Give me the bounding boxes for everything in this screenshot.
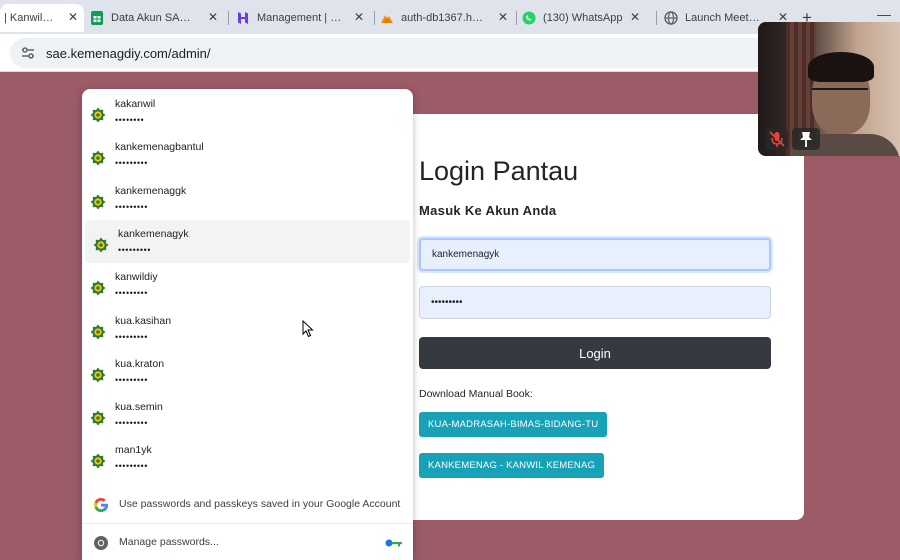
google-icon [94, 498, 108, 512]
password-field[interactable] [419, 286, 771, 319]
autofill-username: kanwildiy [115, 271, 158, 284]
whatsapp-icon [522, 11, 536, 25]
tab-title: auth-db1367.hstgr [401, 12, 487, 24]
autofill-username: kua.semin [115, 401, 163, 414]
password-autofill-dropdown: kakanwil •••••••• kankemenagbantul ••••••••… [82, 89, 413, 560]
autofill-password: ••••••••• [115, 158, 148, 169]
divider [82, 523, 413, 524]
tab-whatsapp[interactable]: (130) WhatsApp ✕ [522, 4, 646, 32]
tab-separator [374, 11, 375, 25]
download-label: Download Manual Book: [419, 388, 533, 400]
pin-button[interactable] [792, 128, 820, 150]
tab-separator [656, 11, 657, 25]
url-text: sae.kemenagdiy.com/admin/ [46, 45, 211, 61]
tab-title: (130) WhatsApp [543, 12, 623, 24]
page-title: Login Pantau [419, 156, 579, 186]
autofill-password: •••••••• [115, 115, 145, 125]
tab-data-akun[interactable]: Data Akun SAE.xlsx ✕ [90, 4, 224, 32]
kemenag-logo-icon [90, 410, 106, 426]
download-kankemenag-button[interactable]: KANKEMENAG - KANWIL KEMENAG [419, 453, 605, 478]
globe-icon [664, 11, 678, 25]
database-icon [381, 15, 393, 23]
autofill-password: ••••••••• [115, 461, 148, 472]
manage-passwords-option[interactable]: Manage passwords... [82, 530, 413, 556]
kemenag-logo-icon [90, 324, 106, 339]
login-subtitle: Masuk Ke Akun Anda [419, 203, 557, 218]
site-settings-icon[interactable] [20, 45, 36, 61]
video-person-hair [808, 52, 874, 82]
autofill-username: kua.kasihan [115, 314, 172, 327]
autofill-username: man1yk [115, 444, 152, 457]
mouse-cursor-icon [302, 320, 314, 338]
pin-icon [800, 132, 812, 147]
autofill-username: kankemenagyk [118, 227, 189, 240]
manage-passwords-text: Manage passwords... [119, 536, 219, 548]
google-account-text: Use passwords and passkeys saved in your… [119, 498, 401, 510]
tab-title: Data Akun SAE.xlsx [111, 12, 197, 24]
autofill-username: kankemenaggk [115, 184, 187, 197]
autofill-entry[interactable]: kua.kraton ••••••••• [82, 350, 413, 393]
tab-title: Launch Meeting - [685, 12, 761, 24]
close-tab-icon[interactable]: ✕ [208, 10, 218, 24]
tab-management[interactable]: Management | Ho ✕ [236, 4, 370, 32]
autofill-password: ••••••••• [115, 374, 148, 385]
kemenag-logo-icon [90, 194, 106, 210]
autofill-entry[interactable]: kua.semin ••••••••• [82, 393, 413, 436]
mic-off-icon [769, 131, 785, 147]
close-tab-icon[interactable]: ✕ [498, 10, 508, 24]
kemenag-logo-icon [90, 367, 106, 383]
tab-separator [228, 11, 229, 25]
sheets-icon [91, 11, 103, 25]
autofill-password: ••••••••• [115, 288, 148, 299]
kemenag-logo-icon [90, 150, 106, 166]
autofill-entry[interactable]: kankemenagyk ••••••••• [85, 219, 410, 263]
autofill-password: ••••••••• [115, 418, 148, 429]
autofill-entry[interactable]: kanwildiy ••••••••• [82, 263, 413, 306]
autofill-password: ••••••••• [115, 331, 148, 342]
login-button[interactable]: Login [419, 337, 771, 369]
tab-separator [516, 11, 517, 25]
tab-title: Management | Ho [257, 12, 343, 24]
google-account-option[interactable]: Use passwords and passkeys saved in your… [82, 492, 413, 518]
video-call-overlay[interactable] [758, 22, 900, 156]
close-tab-icon[interactable]: ✕ [630, 10, 640, 24]
kemenag-logo-icon [93, 237, 109, 253]
mute-button[interactable] [766, 128, 788, 150]
tab-kanwil[interactable]: | Kanwil Kem ✕ [0, 4, 84, 32]
autofill-entry[interactable]: kankemenaggk ••••••••• [82, 177, 413, 220]
autofill-entry[interactable]: kakanwil •••••••• [82, 90, 413, 133]
tab-auth-db[interactable]: auth-db1367.hstgr ✕ [380, 4, 514, 32]
download-kua-madrasah-button[interactable]: KUA-MADRASAH-BIMAS-BIDANG-TU [419, 412, 608, 437]
minimize-button[interactable]: — [877, 6, 891, 22]
kemenag-logo-icon [90, 107, 106, 123]
close-tab-icon[interactable]: ✕ [68, 10, 78, 24]
autofill-password: ••••••••• [118, 244, 151, 255]
close-tab-icon[interactable]: ✕ [354, 10, 364, 24]
username-field[interactable] [419, 238, 771, 271]
passkey-icon [385, 539, 402, 547]
kemenag-logo-icon [90, 280, 106, 296]
autofill-entry[interactable]: kankemenagbantul ••••••••• [82, 133, 413, 176]
hostinger-icon [238, 12, 248, 24]
video-person-glasses [812, 88, 868, 98]
login-card: Login Pantau Masuk Ke Akun Anda Login Do… [392, 114, 804, 520]
autofill-password: ••••••••• [115, 201, 148, 212]
autofill-username: kankemenagbantul [115, 141, 204, 154]
kemenag-logo-icon [90, 453, 106, 469]
autofill-entry[interactable]: man1yk ••••••••• [82, 436, 413, 479]
chrome-icon [94, 536, 108, 550]
address-bar[interactable]: sae.kemenagdiy.com/admin/ [10, 38, 770, 68]
autofill-username: kua.kraton [115, 357, 165, 370]
autofill-username: kakanwil [115, 98, 156, 110]
autofill-entry[interactable]: kua.kasihan ••••••••• [82, 307, 413, 350]
tab-title: | Kanwil Kem [4, 12, 56, 24]
